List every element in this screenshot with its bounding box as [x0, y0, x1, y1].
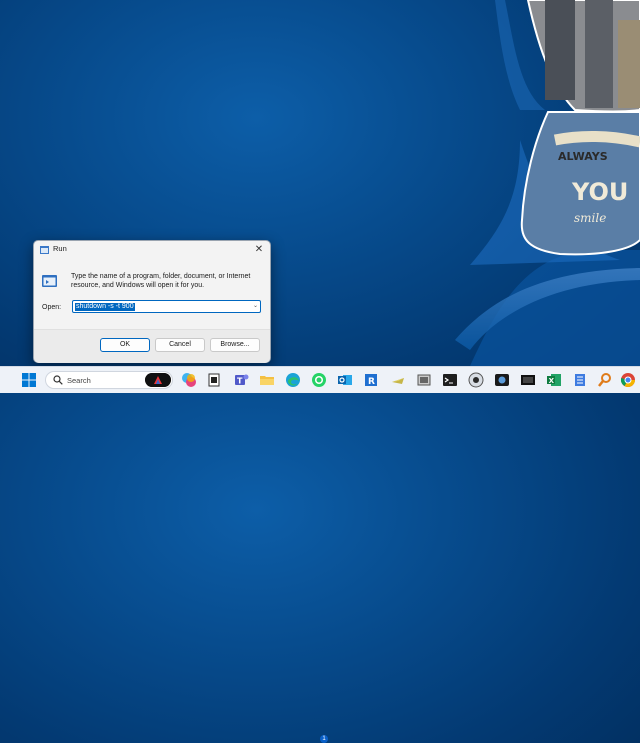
teams-icon[interactable]: T	[233, 372, 249, 388]
file-explorer-icon[interactable]	[259, 372, 275, 388]
file-icon[interactable]	[206, 372, 222, 388]
svg-text:T: T	[237, 377, 243, 386]
search-placeholder: Search	[67, 376, 91, 385]
svg-text:X: X	[549, 377, 555, 385]
ok-button[interactable]: OK	[100, 338, 150, 352]
run-program-icon	[42, 275, 57, 287]
mail-icon[interactable]	[390, 372, 406, 388]
cancel-button[interactable]: Cancel	[155, 338, 205, 352]
run-dialog: Run ✕ Type the name of a program, folder…	[33, 240, 271, 363]
notification-badge: 1	[320, 735, 328, 743]
chrome-icon[interactable]	[620, 372, 636, 388]
copilot-icon[interactable]	[181, 372, 197, 388]
windows-start-icon[interactable]	[22, 373, 36, 387]
open-combobox[interactable]: shutdown -s -t 900 ⌄	[72, 300, 261, 313]
open-input-value[interactable]: shutdown -s -t 900	[75, 303, 135, 311]
jacket-text-smile: smile	[574, 211, 606, 225]
jacket-text-always: ALWAYS	[558, 150, 608, 163]
close-icon[interactable]: ✕	[252, 243, 266, 257]
excel-icon[interactable]: X	[546, 372, 562, 388]
screenshot-icon[interactable]	[416, 372, 432, 388]
run-titlebar[interactable]: Run ✕	[34, 241, 270, 259]
outlook-icon[interactable]	[337, 372, 353, 388]
run-app-icon	[40, 246, 49, 254]
search-app-icon[interactable]	[597, 372, 613, 388]
terminal-icon[interactable]	[442, 372, 458, 388]
notepad-icon[interactable]	[572, 372, 588, 388]
search-highlight-icon	[145, 373, 171, 387]
run-title: Run	[53, 244, 67, 253]
browse-button[interactable]: Browse...	[210, 338, 260, 352]
button-bar: OK Cancel Browse...	[34, 329, 270, 363]
edge-icon[interactable]	[285, 372, 301, 388]
open-label: Open:	[42, 304, 62, 311]
chevron-down-icon[interactable]: ⌄	[253, 302, 258, 309]
search-icon	[53, 375, 63, 385]
media-icon[interactable]	[468, 372, 484, 388]
whatsapp-icon[interactable]	[311, 372, 327, 388]
taskbar-search-box[interactable]: Search	[45, 371, 173, 389]
taskbar: Search T 1 R X	[0, 366, 640, 743]
jacket-text-you: YOU	[571, 178, 628, 206]
run-description: Type the name of a program, folder, docu…	[71, 273, 251, 289]
rdp-icon[interactable]: R	[363, 372, 379, 388]
camera-icon[interactable]	[494, 372, 510, 388]
svg-text:R: R	[368, 377, 375, 387]
screen-icon[interactable]	[520, 372, 536, 388]
